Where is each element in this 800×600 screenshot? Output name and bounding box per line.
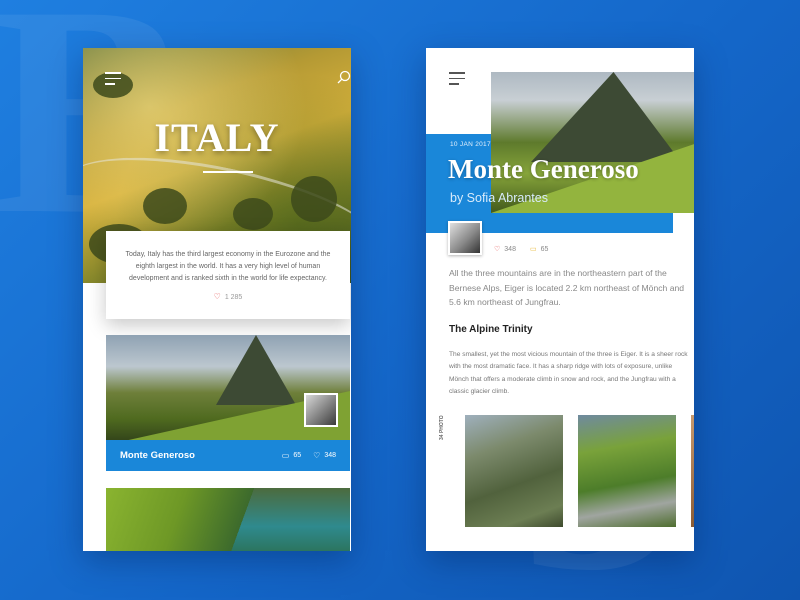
heart-icon: ♡ [313, 451, 321, 460]
post-card-lake[interactable] [106, 488, 350, 551]
article-author[interactable]: by Sofia Abrantes [450, 191, 548, 205]
gallery-thumbnail[interactable] [578, 415, 676, 527]
post-comments[interactable]: ▭ 65 [282, 451, 301, 460]
heart-icon: ♡ [213, 292, 221, 301]
article-stats: ♡ 348 ▭ 65 [494, 245, 548, 253]
post-likes-count: 348 [324, 452, 336, 459]
gallery-thumbnail[interactable] [465, 415, 563, 527]
article-likes-count: 348 [504, 246, 516, 253]
comment-icon: ▭ [529, 246, 537, 253]
post-image-mountain [216, 335, 296, 405]
hero-tree [143, 188, 187, 224]
search-icon[interactable] [337, 70, 351, 84]
hero-tree [291, 176, 337, 222]
heart-icon: ♡ [494, 246, 501, 253]
italy-feed-screen: ITALY Today, Italy has the third largest… [83, 48, 351, 551]
gallery-thumbnail[interactable] [691, 415, 694, 527]
intro-text: Today, Italy has the third largest econo… [125, 251, 331, 282]
hero-title: ITALY [154, 115, 280, 160]
article-title: Monte Generoso [448, 154, 639, 184]
article-comments-count: 65 [540, 246, 549, 253]
article-date: 10 JAN 2017 [450, 141, 491, 148]
article-screen: 10 JAN 2017 Monte Generoso by Sofia Abra… [426, 48, 694, 551]
intro-card: Today, Italy has the third largest econo… [106, 231, 350, 319]
author-avatar[interactable] [448, 221, 482, 255]
menu-icon[interactable] [105, 72, 121, 85]
post-card-monte-generoso[interactable]: Monte Generoso ▭ 65 ♡ 348 [106, 335, 350, 471]
avatar[interactable] [304, 393, 338, 427]
article-likes[interactable]: ♡ 348 [494, 245, 516, 253]
hero-tree [233, 198, 273, 230]
article-subheading: The Alpine Trinity [449, 324, 533, 335]
article-body: The smallest, yet the most vicious mount… [449, 351, 688, 395]
intro-likes[interactable]: ♡ 1 285 [122, 292, 334, 301]
post-comments-count: 65 [293, 452, 302, 459]
comment-icon: ▭ [281, 451, 290, 460]
article-lead: All the three mountains are in the north… [449, 268, 685, 307]
post-title[interactable]: Monte Generoso [120, 450, 270, 461]
post-likes[interactable]: ♡ 348 [313, 451, 336, 460]
post-bar: Monte Generoso ▭ 65 ♡ 348 [106, 440, 350, 471]
post-image [106, 335, 350, 440]
article-image-peak [531, 72, 681, 162]
intro-likes-count: 1 285 [224, 294, 243, 301]
hero-divider [203, 171, 253, 173]
article-comments[interactable]: ▭ 65 [530, 245, 548, 253]
photo-count-label: 34 PHOTO [439, 415, 445, 440]
menu-icon[interactable] [449, 72, 465, 85]
